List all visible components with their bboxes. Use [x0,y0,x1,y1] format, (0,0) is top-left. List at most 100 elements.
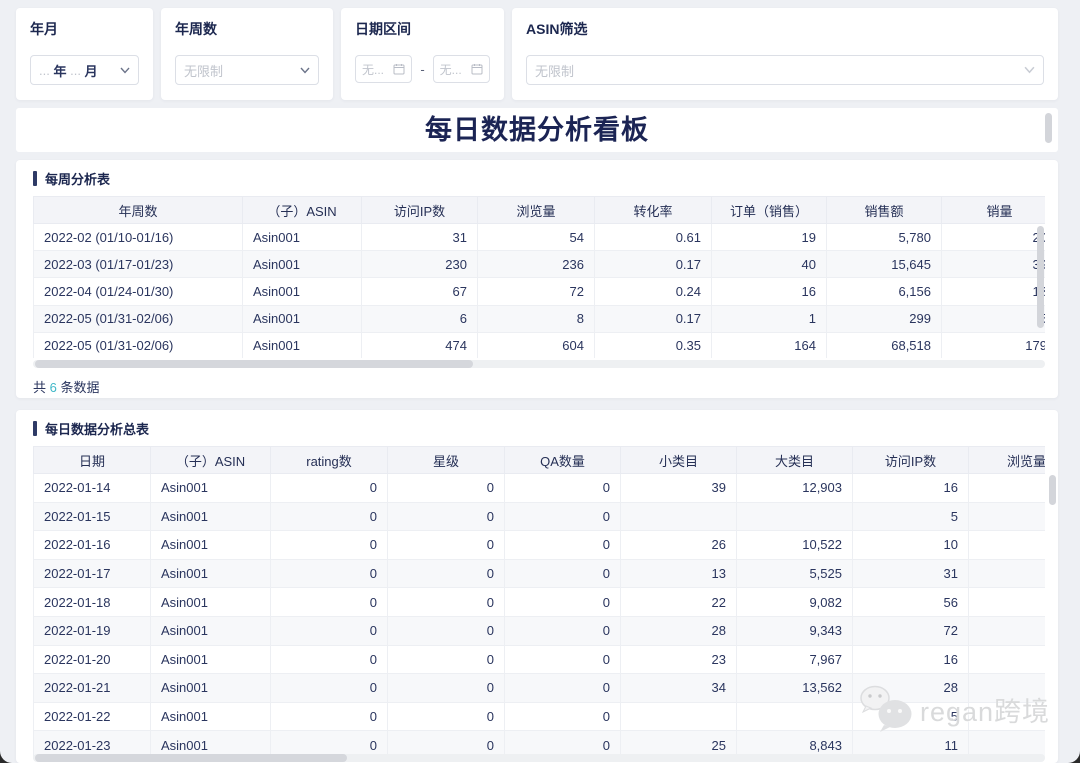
table-cell [969,645,1046,674]
table-cell [969,502,1046,531]
daily-table-viewport: 日期（子）ASINrating数星级QA数量小类目大类目访问IP数浏览量2022… [33,446,1045,759]
title-strip: 每日数据分析看板 [16,108,1058,152]
column-header: 星级 [388,447,505,474]
table-cell [621,702,737,731]
table-cell: 0 [271,616,388,645]
vertical-scrollbar-thumb[interactable] [1037,226,1044,328]
table-cell: Asin001 [243,224,362,251]
vertical-scrollbar-thumb[interactable] [1049,475,1056,505]
asin-filter-select[interactable]: 无限制 [526,55,1044,85]
year-week-select[interactable]: 无限制 [175,55,319,85]
table-cell [969,474,1046,503]
table-cell: 0 [271,531,388,560]
table-row: 2022-02 (01/10-01/16)Asin00131540.61195,… [34,224,1046,251]
table-cell: 2022-04 (01/24-01/30) [34,278,243,305]
table-cell: 2022-01-22 [34,702,151,731]
column-header: 浏览量 [969,447,1046,474]
column-header: 订单（销售） [712,197,827,224]
table-cell: 0 [388,645,505,674]
table-cell: 0 [271,559,388,588]
calendar-icon [393,63,405,75]
record-count-suffix: 条数据 [57,380,100,395]
table-cell: 9,343 [737,616,853,645]
chevron-down-icon [300,67,310,74]
end-date-input[interactable]: 无... [433,55,490,83]
chevron-down-icon [120,67,130,74]
table-cell: 0 [505,645,621,674]
table-cell: 34 [621,674,737,703]
table-cell: 54 [478,224,595,251]
table-cell: 15,645 [827,251,942,278]
table-cell: 0 [271,645,388,674]
table-cell: 0 [505,502,621,531]
section-title-weekly: 每周分析表 [45,169,110,188]
table-cell: 0 [388,616,505,645]
table-cell: 0 [505,474,621,503]
table-cell: 2022-03 (01/17-01/23) [34,251,243,278]
table-cell: 0.17 [595,251,712,278]
table-cell: 2022-05 (01/31-02/06) [34,332,243,358]
table-cell: 179 [942,332,1046,358]
table-cell: Asin001 [151,616,271,645]
section-header: 每日数据分析总表 [33,420,1045,436]
table-cell: 5 [853,702,969,731]
record-count-prefix: 共 [33,380,50,395]
table-cell: 474 [362,332,478,358]
table-cell: 2022-01-14 [34,474,151,503]
table-row: 2022-01-19Asin001000289,34372 [34,616,1046,645]
table-cell: 6,156 [827,278,942,305]
horizontal-scrollbar[interactable] [33,754,1045,762]
table-row: 2022-01-14Asin0010003912,90316 [34,474,1046,503]
table-cell [621,502,737,531]
table-cell: Asin001 [151,502,271,531]
filter-label: 年周数 [175,19,319,39]
table-row: 2022-05 (01/31-02/06)Asin001680.1712995 [34,305,1046,332]
section-marker-bar [33,171,37,186]
year-month-select[interactable]: ... 年 ... 月 [30,55,139,85]
table-cell [969,702,1046,731]
daily-analysis-table: 日期（子）ASINrating数星级QA数量小类目大类目访问IP数浏览量2022… [33,446,1045,759]
table-cell [969,616,1046,645]
column-header: 大类目 [737,447,853,474]
table-cell: 164 [712,332,827,358]
table-cell: 16 [853,474,969,503]
table-cell: 31 [853,559,969,588]
column-header: 浏览量 [478,197,595,224]
year-unit-label: 年 [53,61,66,80]
table-cell: 0 [505,616,621,645]
table-cell: 0 [505,702,621,731]
table-cell: 18 [942,278,1046,305]
filter-label: ASIN筛选 [526,19,1044,39]
table-cell: 0 [388,502,505,531]
table-cell: 0.17 [595,305,712,332]
table-cell: 6 [362,305,478,332]
table-cell [969,674,1046,703]
table-cell: 72 [478,278,595,305]
table-cell: 2022-01-19 [34,616,151,645]
table-cell: 0 [505,674,621,703]
header-row: 日期（子）ASINrating数星级QA数量小类目大类目访问IP数浏览量 [34,447,1046,474]
table-cell: 0 [388,702,505,731]
table-cell: 16 [712,278,827,305]
horizontal-scrollbar-thumb[interactable] [35,754,347,762]
table-cell: 2022-05 (01/31-02/06) [34,305,243,332]
table-cell: 7,967 [737,645,853,674]
table-cell: 39 [942,251,1046,278]
table-cell: 12,903 [737,474,853,503]
table-cell: 19 [712,224,827,251]
table-row: 2022-01-17Asin001000135,52531 [34,559,1046,588]
table-cell: Asin001 [243,278,362,305]
table-cell: 13,562 [737,674,853,703]
table-cell: Asin001 [151,531,271,560]
vertical-scrollbar-thumb[interactable] [1045,113,1052,143]
start-date-input[interactable]: 无... [355,55,412,83]
table-cell: 9,082 [737,588,853,617]
horizontal-scrollbar[interactable] [33,360,1045,368]
horizontal-scrollbar-thumb[interactable] [35,360,473,368]
table-cell [969,588,1046,617]
table-cell: 0.61 [595,224,712,251]
table-cell: 0.35 [595,332,712,358]
table-cell: 26 [621,531,737,560]
header-row: 年周数（子）ASIN访问IP数浏览量转化率订单（销售）销售额销量 [34,197,1046,224]
table-cell: 0 [388,588,505,617]
